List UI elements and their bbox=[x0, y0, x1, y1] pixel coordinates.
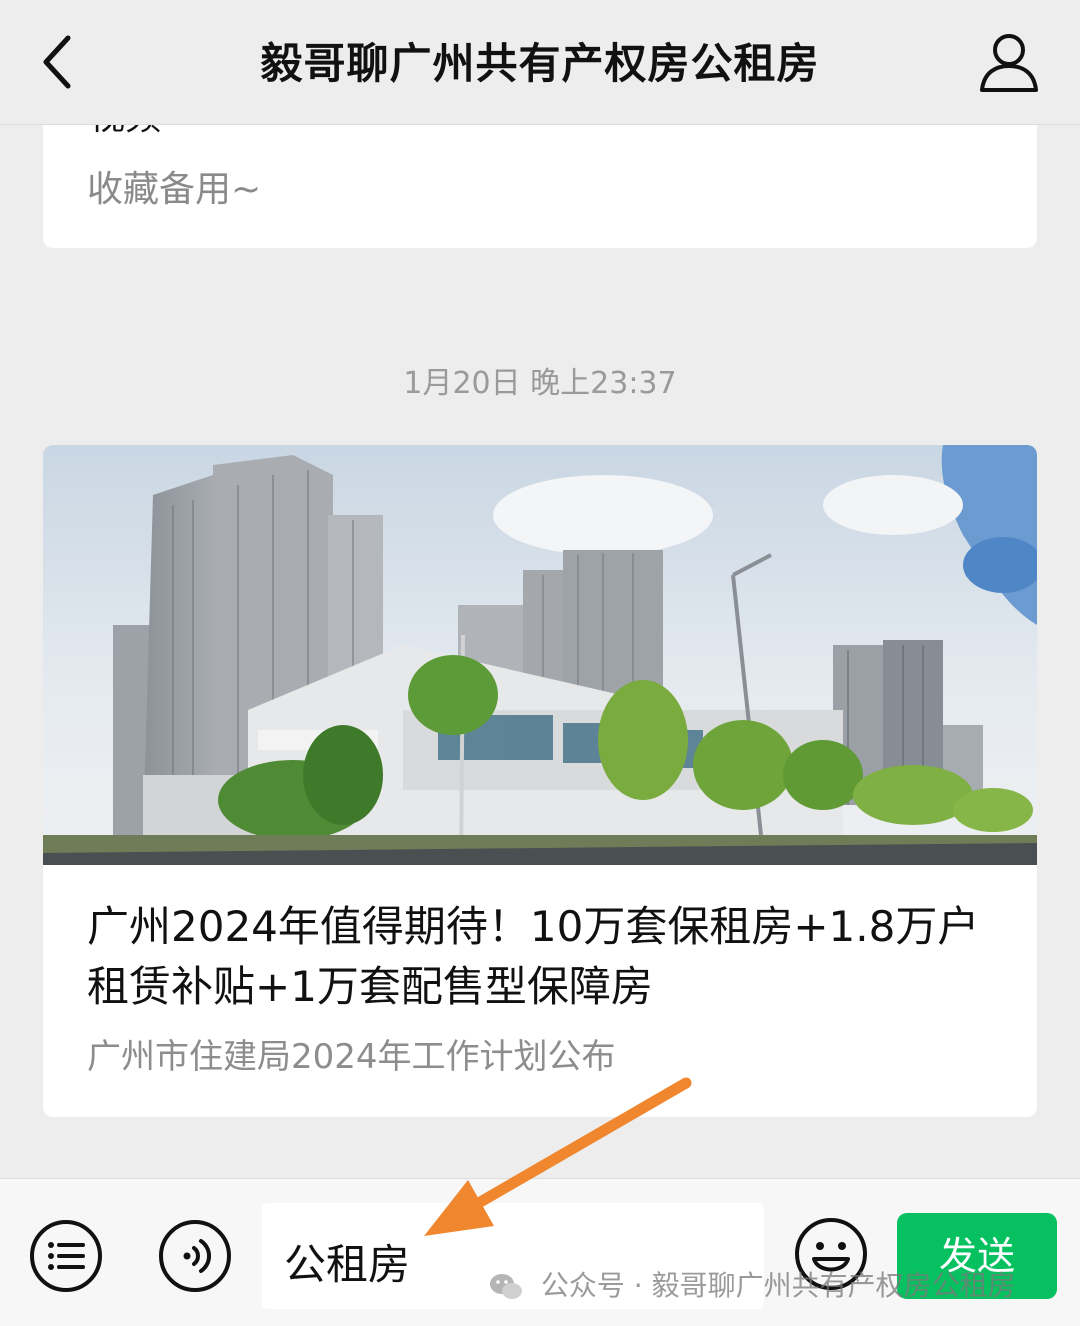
previous-article-description: 收藏备用~ bbox=[87, 169, 262, 210]
message-timestamp: 1月20日 晚上23:37 bbox=[403, 366, 677, 401]
nav-bar: 毅哥聊广州共有产权房公租房 bbox=[0, 0, 1080, 125]
page-title: 毅哥聊广州共有产权房公租房 bbox=[260, 39, 820, 88]
watermark: 公众号 · 毅哥聊广州共有产权房公租房 bbox=[488, 1264, 1016, 1304]
message-input-value: 公租房 bbox=[284, 1240, 411, 1289]
chevron-left-icon[interactable] bbox=[28, 24, 98, 100]
voice-icon[interactable] bbox=[158, 1219, 232, 1293]
article-title[interactable]: 广州2024年值得期待！10万套保租房+1.8万户租赁补贴+1万套配售型保障房 bbox=[87, 897, 997, 1017]
wechat-logo-icon bbox=[490, 1274, 522, 1299]
watermark-text: 公众号 · 毅哥聊广州共有产权房公租房 bbox=[540, 1269, 1016, 1302]
article-cover-image bbox=[43, 445, 1037, 865]
person-icon[interactable] bbox=[974, 28, 1044, 98]
article-card[interactable]: 广州2024年值得期待！10万套保租房+1.8万户租赁补贴+1万套配售型保障房 … bbox=[43, 445, 1037, 1117]
list-menu-icon[interactable] bbox=[29, 1219, 103, 1293]
article-subtitle: 广州市住建局2024年工作计划公布 bbox=[87, 1037, 616, 1077]
